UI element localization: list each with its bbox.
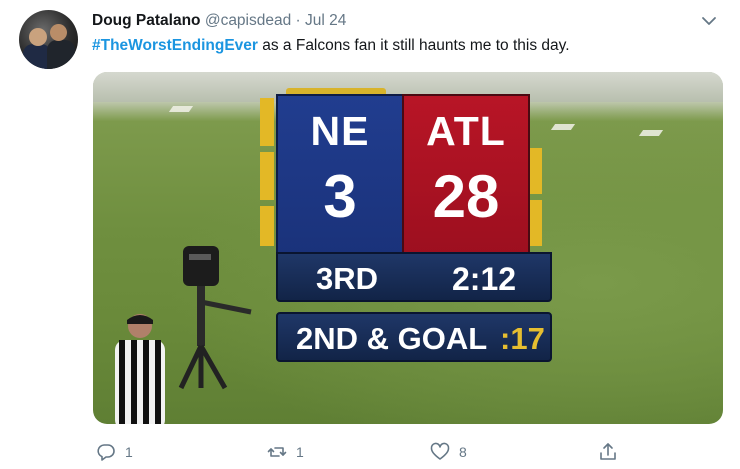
referee-figure	[115, 314, 165, 424]
scoreboard: NE 3 ATL 28 3RD 2:12 2ND & GOAL :17	[256, 88, 552, 402]
avatar-figure-right	[47, 40, 75, 69]
hashtag-link[interactable]: #TheWorstEndingEver	[92, 37, 258, 54]
possession-bar-left	[260, 98, 274, 146]
avatar-face-right	[50, 24, 67, 41]
play-clock: :17	[500, 321, 545, 356]
retweet-icon	[267, 447, 287, 457]
yard-marker	[638, 130, 664, 136]
reply-button[interactable]: 1	[96, 440, 133, 464]
reply-count: 1	[125, 444, 133, 460]
avatar[interactable]	[19, 10, 78, 69]
author-handle[interactable]: @capisdead	[205, 12, 291, 29]
down-distance: 2ND & GOAL	[296, 321, 488, 356]
like-icon	[430, 442, 450, 460]
away-team-label: ATL	[426, 108, 506, 154]
quarter-label: 3RD	[316, 261, 379, 296]
yard-marker	[168, 106, 194, 112]
chevron-down-icon[interactable]	[700, 14, 718, 28]
atl-score-panel: ATL 28	[402, 94, 530, 260]
reply-icon	[97, 444, 115, 461]
share-button[interactable]	[598, 440, 627, 464]
tweet-date[interactable]: Jul 24	[305, 12, 346, 29]
yard-marker	[550, 124, 576, 130]
game-clock-row: 3RD 2:12	[276, 252, 552, 302]
possession-bar-left	[260, 152, 274, 200]
possession-bar-right	[528, 200, 542, 246]
like-button[interactable]: 8	[430, 440, 467, 464]
avatar-face-left	[29, 28, 47, 46]
separator-dot: ·	[295, 12, 301, 29]
possession-bar-left	[260, 206, 274, 246]
tweet-body: as a Falcons fan it still haunts me to t…	[257, 37, 570, 54]
tweet-header: Doug Patalano @capisdead · Jul 24	[92, 12, 346, 30]
retweet-count: 1	[296, 444, 304, 460]
home-team-label: NE	[310, 108, 370, 154]
possession-bar-right	[528, 148, 542, 194]
home-team-score: 3	[323, 163, 357, 230]
tweet-text: #TheWorstEndingEver as a Falcons fan it …	[92, 37, 570, 55]
ne-score-panel: NE 3	[276, 94, 404, 260]
tweet-media-image[interactable]: NE 3 ATL 28 3RD 2:12 2ND & GOAL :17	[93, 72, 723, 424]
like-count: 8	[459, 444, 467, 460]
author-name[interactable]: Doug Patalano	[92, 12, 201, 29]
share-icon	[600, 443, 616, 460]
tweet: Doug Patalano @capisdead · Jul 24 #TheWo…	[0, 0, 740, 469]
retweet-button[interactable]: 1	[267, 440, 304, 464]
away-team-score: 28	[432, 163, 500, 230]
sideline-camera	[178, 246, 252, 390]
tweet-actions: 1 1 8	[0, 440, 740, 466]
down-distance-row: 2ND & GOAL :17	[276, 312, 552, 362]
game-clock: 2:12	[452, 261, 517, 297]
